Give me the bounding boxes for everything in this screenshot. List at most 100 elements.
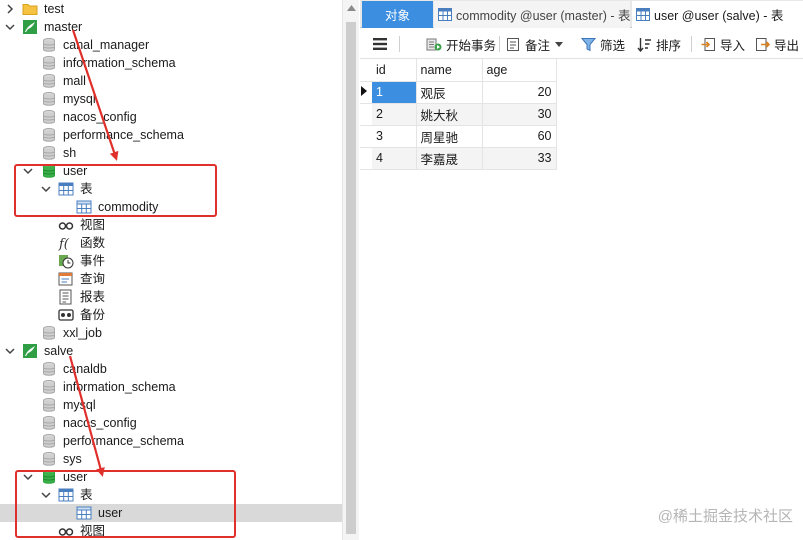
database-icon: [41, 325, 57, 341]
tree-item-database[interactable]: sh: [0, 144, 342, 162]
export-label: 导出: [774, 38, 800, 53]
table-toolbar: 开始事务 备注 筛选 排序 导入 导出: [360, 29, 803, 59]
cell-id[interactable]: 4: [372, 147, 417, 170]
column-header-age[interactable]: age: [482, 59, 557, 82]
table-icon: [438, 8, 452, 21]
backups-icon: [58, 307, 74, 323]
tree-item-label: canal_manager: [63, 38, 150, 52]
tab-label: commodity @user (master) - 表: [456, 9, 630, 23]
tree-item-label: information_schema: [63, 380, 176, 394]
tree-item-database[interactable]: canaldb: [0, 360, 342, 378]
database-icon: [41, 145, 57, 161]
row-header[interactable]: [360, 103, 372, 126]
memo-button[interactable]: 备注: [506, 35, 567, 53]
cell-age[interactable]: 30: [482, 103, 557, 126]
tree-item-connection[interactable]: master: [0, 18, 342, 36]
toolbar-divider: [399, 36, 400, 52]
tree-item-reports[interactable]: 报表: [0, 288, 342, 306]
tab-strip: 对象 commodity @user (master) - 表 user @us…: [360, 0, 803, 28]
database-icon: [41, 127, 57, 143]
tree-item-label: test: [44, 2, 65, 16]
table-row[interactable]: 1 观辰 20: [360, 81, 557, 104]
cell-age[interactable]: 20: [482, 81, 557, 104]
navigator-tree: test master canal_manager information_schem…: [0, 0, 342, 540]
row-header[interactable]: [360, 125, 372, 148]
tree-item-database[interactable]: information_schema: [0, 54, 342, 72]
cell-age[interactable]: 33: [482, 147, 557, 170]
export-button[interactable]: 导出: [755, 35, 799, 53]
tree-item-database[interactable]: mall: [0, 72, 342, 90]
scroll-up-arrow-icon[interactable]: [347, 5, 356, 11]
database-icon: [41, 415, 57, 431]
cell-id[interactable]: 1: [372, 81, 417, 104]
import-icon: [701, 37, 715, 51]
tab-objects[interactable]: 对象: [362, 1, 433, 28]
database-icon: [41, 397, 57, 413]
tree-item-database[interactable]: canal_manager: [0, 36, 342, 54]
tree-item-database[interactable]: mysql: [0, 396, 342, 414]
menu-button[interactable]: [373, 35, 391, 53]
tree-item-queries[interactable]: 查询: [0, 270, 342, 288]
cell-name[interactable]: 观辰: [416, 81, 483, 104]
column-header-name[interactable]: name: [416, 59, 483, 82]
tree-item-label: 函数: [80, 236, 106, 250]
row-header[interactable]: [360, 81, 372, 104]
tree-item-database[interactable]: mysql: [0, 90, 342, 108]
toolbar-divider: [691, 36, 692, 52]
tree-item-database[interactable]: xxl_job: [0, 324, 342, 342]
filter-button[interactable]: 筛选: [581, 35, 625, 53]
tree-item-folder[interactable]: test: [0, 0, 342, 18]
column-header-id[interactable]: id: [372, 59, 417, 82]
cell-id[interactable]: 2: [372, 103, 417, 126]
tree-item-connection[interactable]: salve: [0, 342, 342, 360]
database-icon: [41, 91, 57, 107]
tab-user-table[interactable]: user @user (salve) - 表: [632, 1, 803, 28]
reports-icon: [58, 289, 74, 305]
table-row[interactable]: 2 姚大秋 30: [360, 103, 557, 126]
cell-name[interactable]: 李嘉晟: [416, 147, 483, 170]
chevron-right-icon[interactable]: [4, 3, 16, 15]
tree-item-database[interactable]: information_schema: [0, 378, 342, 396]
scrollbar-thumb[interactable]: [346, 22, 356, 534]
tab-commodity-table[interactable]: commodity @user (master) - 表: [434, 1, 630, 28]
tree-item-label: 备份: [80, 308, 106, 322]
table-row[interactable]: 4 李嘉晟 33: [360, 147, 557, 170]
navigator-scrollbar[interactable]: [342, 0, 359, 540]
table-row[interactable]: 3 周星驰 60: [360, 125, 557, 148]
tree-item-functions[interactable]: f(函数: [0, 234, 342, 252]
cell-id[interactable]: 3: [372, 125, 417, 148]
import-button[interactable]: 导入: [701, 35, 745, 53]
memo-label: 备注: [525, 38, 551, 53]
tree-item-database[interactable]: nacos_config: [0, 108, 342, 126]
tree-item-database[interactable]: sys: [0, 450, 342, 468]
tree-item-label: master: [44, 20, 83, 34]
row-header[interactable]: [360, 147, 372, 170]
chevron-down-icon[interactable]: [4, 345, 16, 357]
watermark-text: @稀土掘金技术社区: [657, 508, 793, 525]
tree-item-database[interactable]: performance_schema: [0, 432, 342, 450]
tree-item-label: 报表: [80, 290, 106, 304]
cell-age[interactable]: 60: [482, 125, 557, 148]
tab-label: user @user (salve) - 表: [654, 9, 784, 23]
tree-item-label: mysql: [63, 398, 96, 412]
annotation-box-master-user: [14, 164, 217, 217]
tree-item-database[interactable]: nacos_config: [0, 414, 342, 432]
tree-item-database[interactable]: performance_schema: [0, 126, 342, 144]
tree-item-label: performance_schema: [63, 434, 184, 448]
database-icon: [41, 37, 57, 53]
chevron-down-icon[interactable]: [4, 21, 16, 33]
editor-pane: 对象 commodity @user (master) - 表 user @us…: [360, 0, 803, 540]
cell-name[interactable]: 周星驰: [416, 125, 483, 148]
tree-item-events[interactable]: 事件: [0, 252, 342, 270]
tree-item-label: mysql: [63, 92, 96, 106]
begin-transaction-button[interactable]: 开始事务: [426, 35, 496, 53]
folder-icon: [22, 1, 38, 17]
tree-item-label: xxl_job: [63, 326, 102, 340]
tree-item-views[interactable]: 视图: [0, 216, 342, 234]
sort-button[interactable]: 排序: [637, 35, 681, 53]
database-icon: [41, 379, 57, 395]
sort-label: 排序: [656, 38, 682, 53]
tree-item-backups[interactable]: 备份: [0, 306, 342, 324]
cell-name[interactable]: 姚大秋: [416, 103, 483, 126]
annotation-box-salve-user: [15, 470, 236, 538]
